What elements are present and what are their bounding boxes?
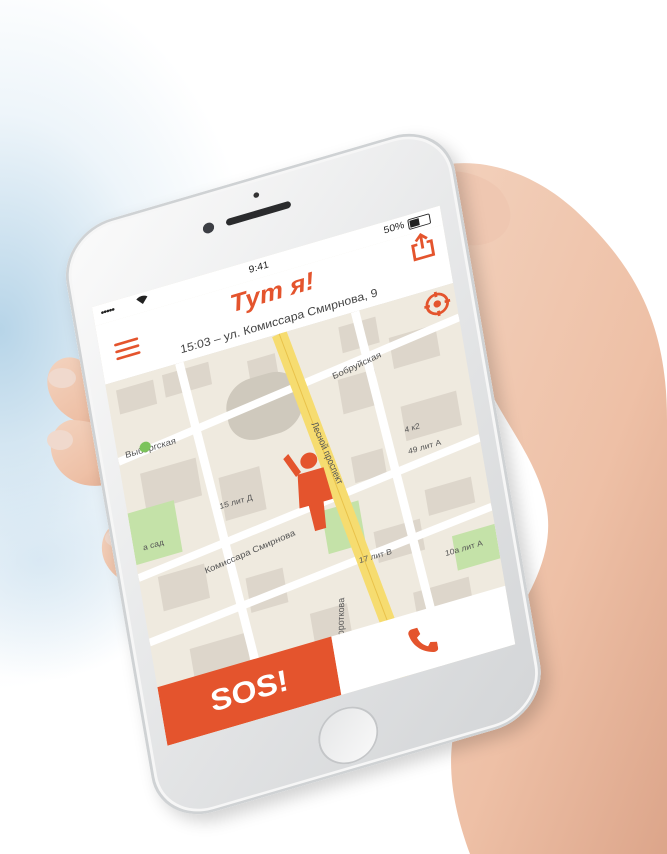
phone-icon [408,627,439,653]
battery-percent: 50% [382,219,406,237]
battery-icon [407,213,432,230]
menu-icon[interactable] [113,337,141,361]
wifi-icon [135,293,150,310]
share-icon[interactable] [408,230,436,263]
phone-wrap: ••••• 9:41 50% Тут я! 15:03 – ул. Комисс… [0,0,667,854]
status-time: 9:41 [247,259,270,276]
signal-indicator: ••••• [99,304,115,319]
iphone: ••••• 9:41 50% Тут я! 15:03 – ул. Комисс… [58,120,549,828]
